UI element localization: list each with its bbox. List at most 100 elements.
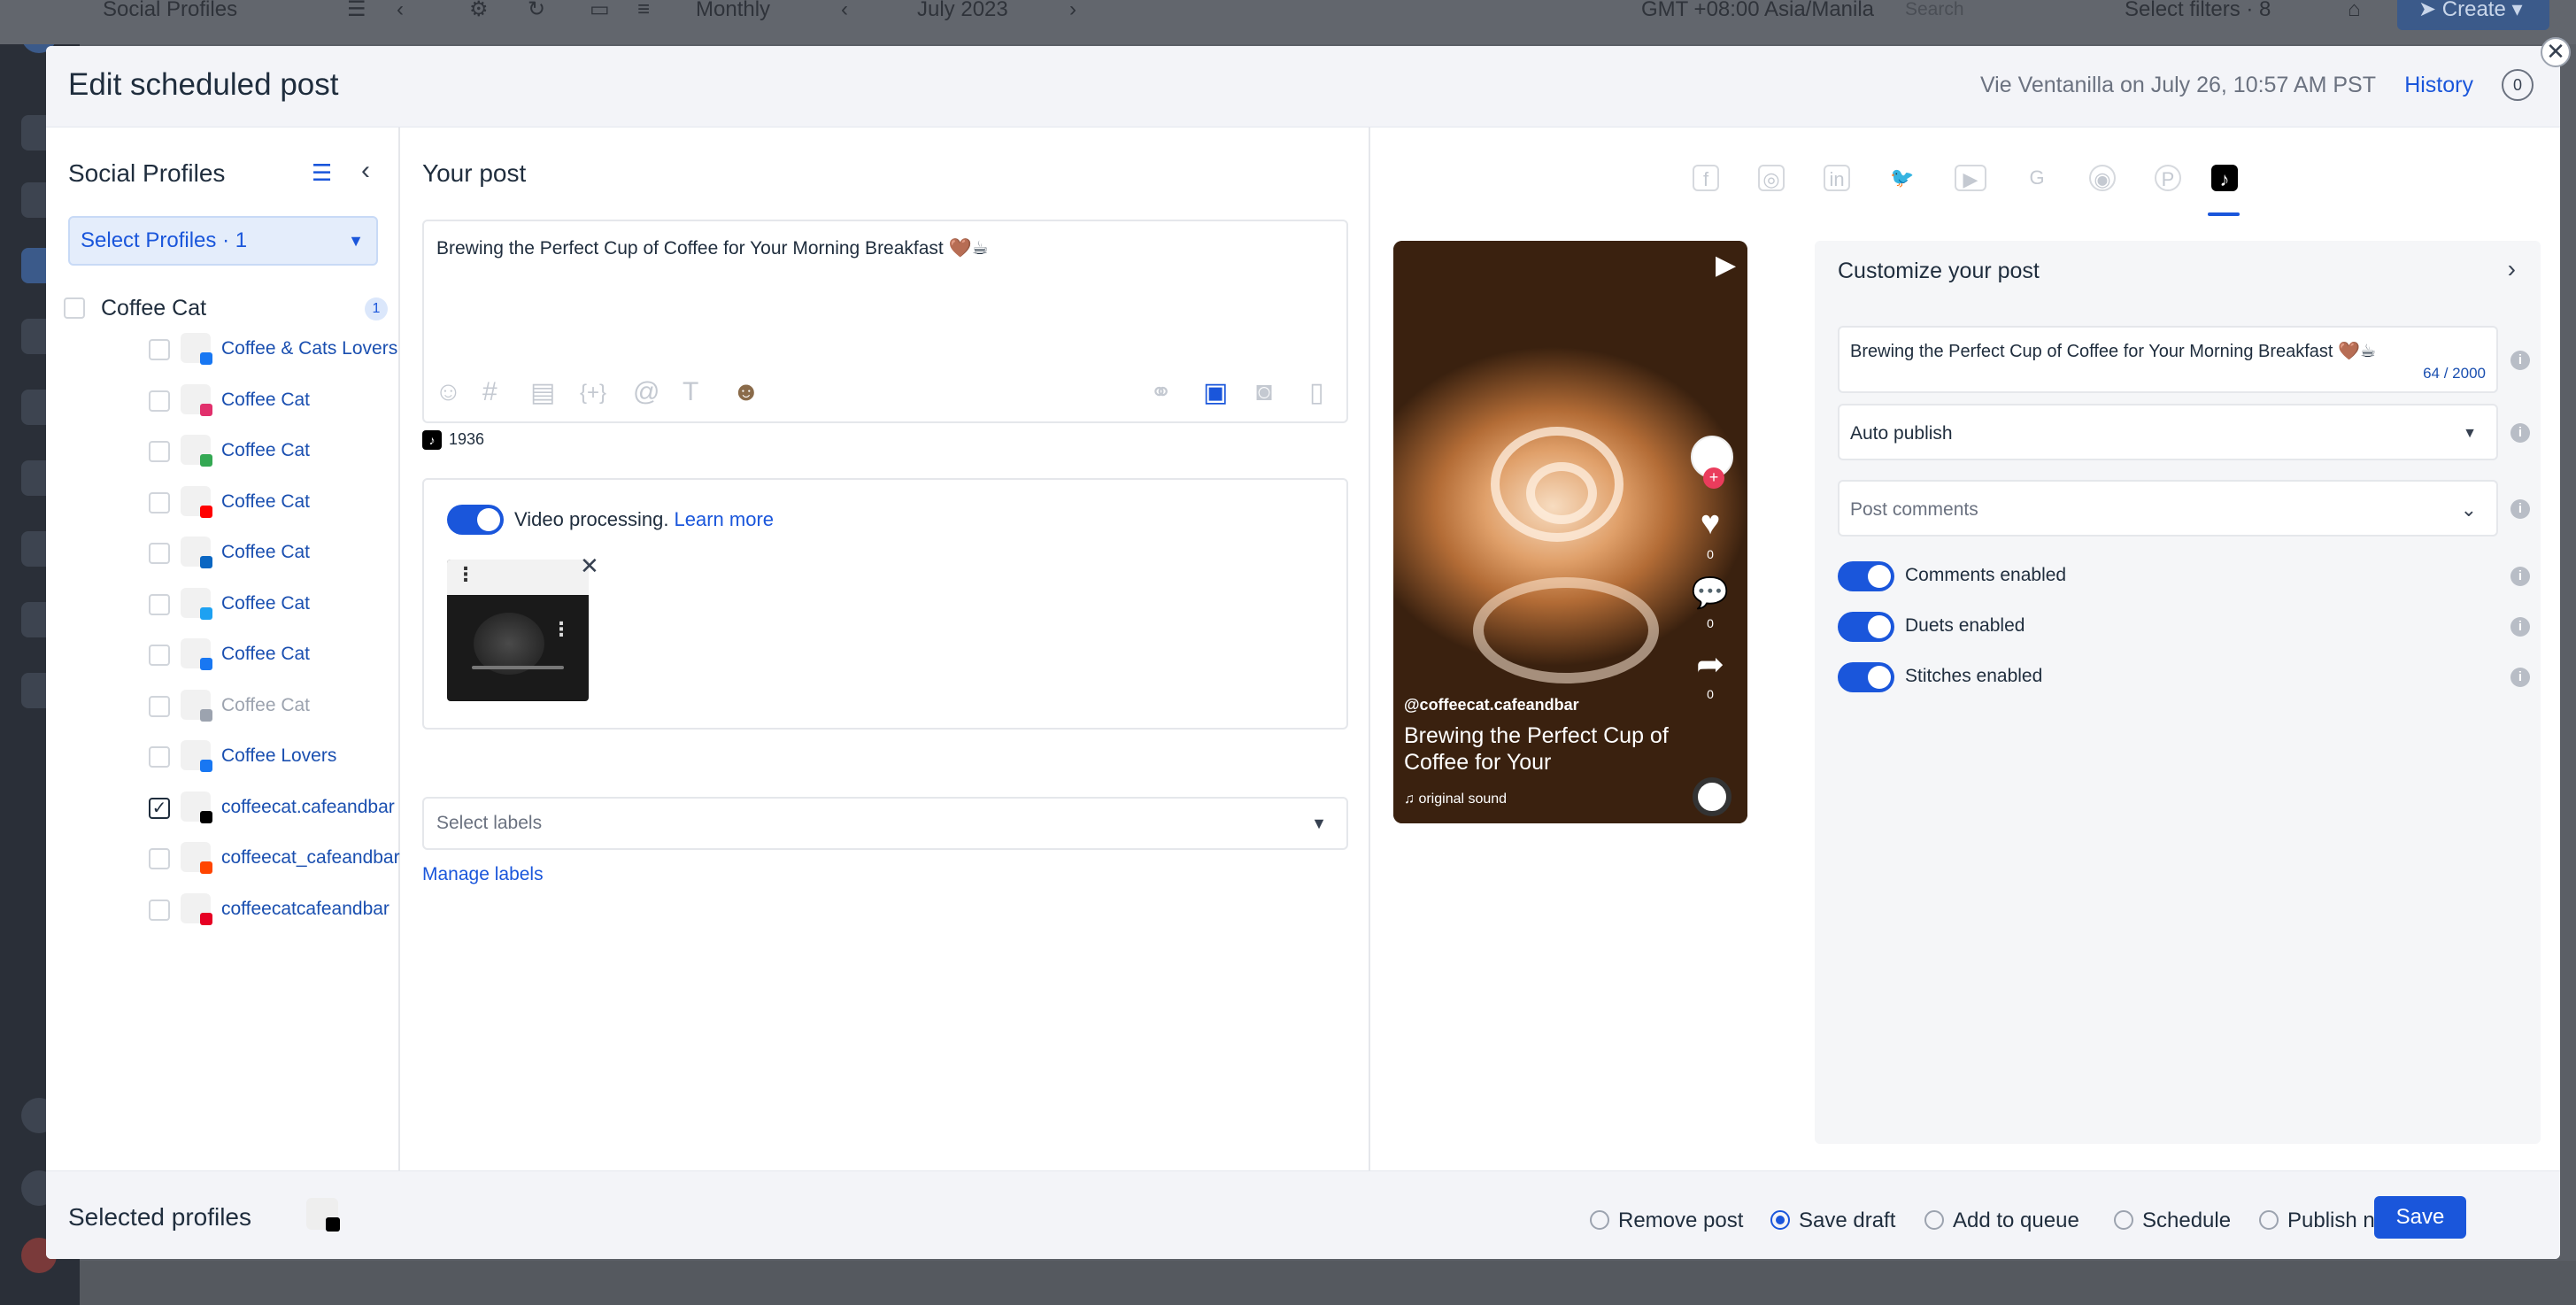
profile-checkbox[interactable] — [149, 645, 170, 666]
profile-item[interactable]: Coffee Cat — [99, 485, 391, 521]
more-options-icon[interactable]: ⋮ — [551, 618, 571, 641]
option-toggle[interactable] — [1838, 561, 1894, 591]
selected-profiles-label: Selected profiles — [68, 1203, 252, 1231]
option-toggle[interactable] — [1838, 662, 1894, 692]
search-input[interactable]: Search — [1905, 0, 1964, 19]
document-icon[interactable]: ▯ — [1309, 377, 1324, 408]
mention-icon[interactable]: @ — [633, 377, 659, 407]
select-labels-dropdown[interactable]: Select labels ▼ — [422, 797, 1348, 850]
list-view-icon[interactable]: ≡ — [637, 0, 650, 20]
option-toggle[interactable] — [1838, 612, 1894, 642]
camera-icon[interactable]: ◙ — [1256, 377, 1272, 407]
notification-count-badge[interactable]: 0 — [2502, 69, 2534, 101]
bell-icon[interactable]: ⌂ — [2348, 0, 2361, 20]
profile-item[interactable]: Coffee & Cats Lovers — [99, 333, 397, 368]
ai-assistant-icon[interactable]: ☻ — [732, 377, 760, 407]
profile-checkbox[interactable] — [149, 543, 170, 564]
info-icon[interactable]: i — [2510, 351, 2530, 370]
profile-checkbox[interactable] — [149, 491, 170, 514]
radio-button[interactable] — [1924, 1210, 1944, 1230]
profile-item[interactable]: Coffee Cat — [99, 383, 391, 420]
video-thumbnail[interactable]: ⋮ ⋮ — [447, 560, 589, 701]
radio-button[interactable] — [1590, 1210, 1609, 1230]
tiktok-caption-field[interactable]: Brewing the Perfect Cup of Coffee for Yo… — [1838, 326, 2498, 393]
profile-checkbox[interactable] — [149, 441, 170, 462]
selected-profile-avatar[interactable] — [306, 1198, 340, 1232]
text-format-icon[interactable]: T — [683, 377, 698, 407]
info-icon[interactable]: i — [2510, 423, 2530, 443]
profile-item[interactable]: ✓ coffeecat.cafeandbar — [99, 791, 395, 827]
link-icon[interactable]: ⚭ — [1150, 377, 1172, 408]
profile-item[interactable]: Coffee Cat — [99, 638, 391, 674]
post-editor[interactable]: Brewing the Perfect Cup of Coffee for Yo… — [422, 220, 1348, 423]
video-processing-toggle[interactable] — [447, 505, 504, 535]
post-text[interactable]: Brewing the Perfect Cup of Coffee for Yo… — [436, 237, 989, 259]
close-modal-button[interactable]: ✕ — [2541, 37, 2571, 67]
view-mode-select[interactable]: Monthly — [696, 0, 770, 20]
profile-checkbox[interactable] — [149, 593, 170, 615]
reddit-tab-icon[interactable]: ◉ — [2089, 165, 2116, 191]
drag-handle-icon[interactable]: ⋮ — [456, 563, 475, 586]
profile-item[interactable]: Coffee Cat — [99, 587, 391, 623]
gear-icon[interactable]: ⚙ — [469, 0, 489, 20]
profile-item[interactable]: Coffee Lovers — [99, 740, 391, 776]
chevron-left-icon[interactable]: ‹ — [397, 0, 404, 20]
radio-button[interactable] — [1770, 1210, 1790, 1230]
youtube-tab-icon[interactable]: ▶ — [1955, 165, 1986, 191]
filter-icon[interactable]: ☰ — [347, 0, 366, 20]
profile-avatar — [181, 383, 212, 416]
info-icon[interactable]: i — [2510, 499, 2530, 519]
profile-checkbox[interactable] — [149, 390, 170, 412]
next-month-icon[interactable]: › — [1069, 0, 1076, 20]
manage-labels-link[interactable]: Manage labels — [422, 864, 544, 885]
publish-mode-dropdown[interactable]: Auto publish ▼ — [1838, 404, 2498, 460]
learn-more-link[interactable]: Learn more — [675, 508, 775, 530]
profile-item[interactable]: coffeecatcafeandbar — [99, 892, 391, 929]
preview-caption: Brewing the Perfect Cup of Coffee for Yo… — [1404, 723, 1669, 775]
post-comments-dropdown[interactable]: Post comments ⌄ — [1838, 480, 2498, 537]
profile-group-coffee-cat[interactable]: Coffee Cat 1 ⌃ — [64, 294, 420, 326]
calendar-view-icon[interactable]: ▭ — [590, 0, 610, 20]
variable-icon[interactable]: {+} — [580, 381, 606, 405]
profile-checkbox[interactable] — [149, 746, 170, 768]
create-button[interactable]: ➤ Create ▾ — [2397, 0, 2549, 30]
save-button[interactable]: Save — [2374, 1196, 2466, 1239]
profile-checkbox[interactable]: ✓ — [149, 797, 170, 819]
profile-checkbox[interactable] — [149, 848, 170, 869]
pinterest-tab-icon[interactable]: P — [2155, 165, 2181, 191]
hashtag-icon[interactable]: # — [482, 377, 497, 407]
linkedin-tab-icon[interactable]: in — [1824, 165, 1850, 191]
profile-checkbox[interactable] — [149, 339, 170, 360]
info-icon[interactable]: i — [2510, 567, 2530, 586]
google-tab-icon[interactable]: G — [2024, 165, 2050, 191]
profile-item[interactable]: Coffee Cat — [99, 435, 391, 470]
facebook-tab-icon[interactable]: f — [1693, 165, 1719, 191]
twitter-tab-icon[interactable]: 🐦 — [1889, 165, 1916, 191]
collapse-panel-icon[interactable]: ‹ — [361, 156, 370, 186]
prev-month-icon[interactable]: ‹ — [841, 0, 848, 20]
info-icon[interactable]: i — [2510, 668, 2530, 687]
profile-checkbox[interactable] — [149, 899, 170, 921]
refresh-icon[interactable]: ↻ — [528, 0, 545, 20]
radio-button[interactable] — [2259, 1210, 2279, 1230]
timezone-label[interactable]: GMT +08:00 Asia/Manila — [1641, 0, 1874, 20]
group-checkbox[interactable] — [64, 297, 85, 319]
profile-checkbox[interactable] — [149, 695, 170, 717]
filter-icon[interactable]: ☰ — [312, 159, 332, 187]
chevron-right-icon[interactable]: › — [2508, 255, 2516, 283]
profile-item[interactable]: Coffee Cat — [99, 537, 391, 572]
select-profiles-dropdown[interactable]: Select Profiles · 1 ▼ — [68, 216, 378, 266]
emoji-icon[interactable]: ☺ — [435, 377, 462, 407]
radio-button[interactable] — [2114, 1210, 2133, 1230]
instagram-tab-icon[interactable]: ◎ — [1758, 165, 1785, 191]
remove-media-icon[interactable]: ✕ — [580, 552, 599, 580]
play-icon[interactable]: ▶ — [1716, 250, 1736, 281]
history-link[interactable]: History — [2404, 73, 2473, 98]
info-icon[interactable]: i — [2510, 617, 2530, 637]
filters-select[interactable]: Select filters · 8 — [2125, 0, 2271, 20]
snippet-icon[interactable]: ▤ — [530, 377, 555, 408]
profile-item[interactable]: Coffee Cat — [99, 689, 391, 725]
profile-item[interactable]: coffeecat_cafeandbar — [99, 842, 400, 877]
video-icon[interactable]: ▣ — [1203, 377, 1228, 408]
tiktok-tab-icon[interactable]: ♪ — [2211, 165, 2238, 191]
